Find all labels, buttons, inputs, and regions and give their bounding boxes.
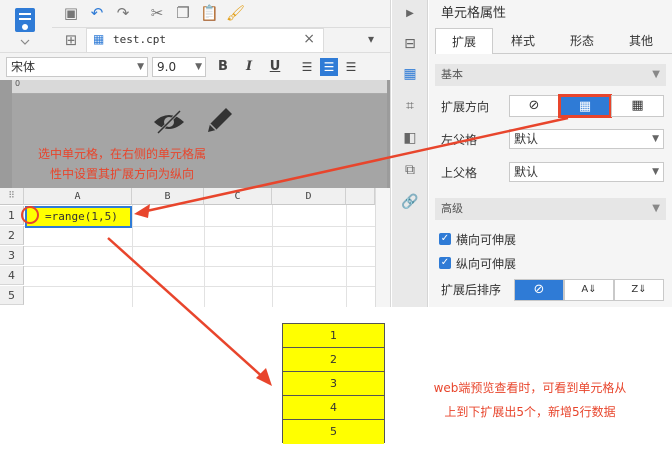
arrowhead-output: [256, 368, 272, 386]
note2-line2: 上到下扩展出5个，新增5行数据: [444, 405, 616, 419]
preview-output-table: 1 2 3 4 5: [282, 323, 385, 444]
output-cell: 5: [283, 420, 384, 444]
arrowhead-cell: [134, 204, 150, 218]
annotation-note-2: web端预览查看时，可看到单元格从 上到下扩展出5个，新增5行数据: [412, 376, 648, 424]
output-cell: 3: [283, 372, 384, 396]
output-cell: 1: [283, 324, 384, 348]
output-cell: 4: [283, 396, 384, 420]
annotation-note-1: 选中单元格，在右侧的单元格属 性中设置其扩展方向为纵向: [24, 144, 220, 184]
cell-highlight-circle: [21, 206, 39, 224]
output-cell: 2: [283, 348, 384, 372]
note2-line1: web端预览查看时，可看到单元格从: [433, 381, 627, 395]
note1-line2: 性中设置其扩展方向为纵向: [49, 167, 194, 181]
note1-line1: 选中单元格，在右侧的单元格属: [37, 147, 206, 161]
arrow-to-output: [107, 237, 267, 381]
